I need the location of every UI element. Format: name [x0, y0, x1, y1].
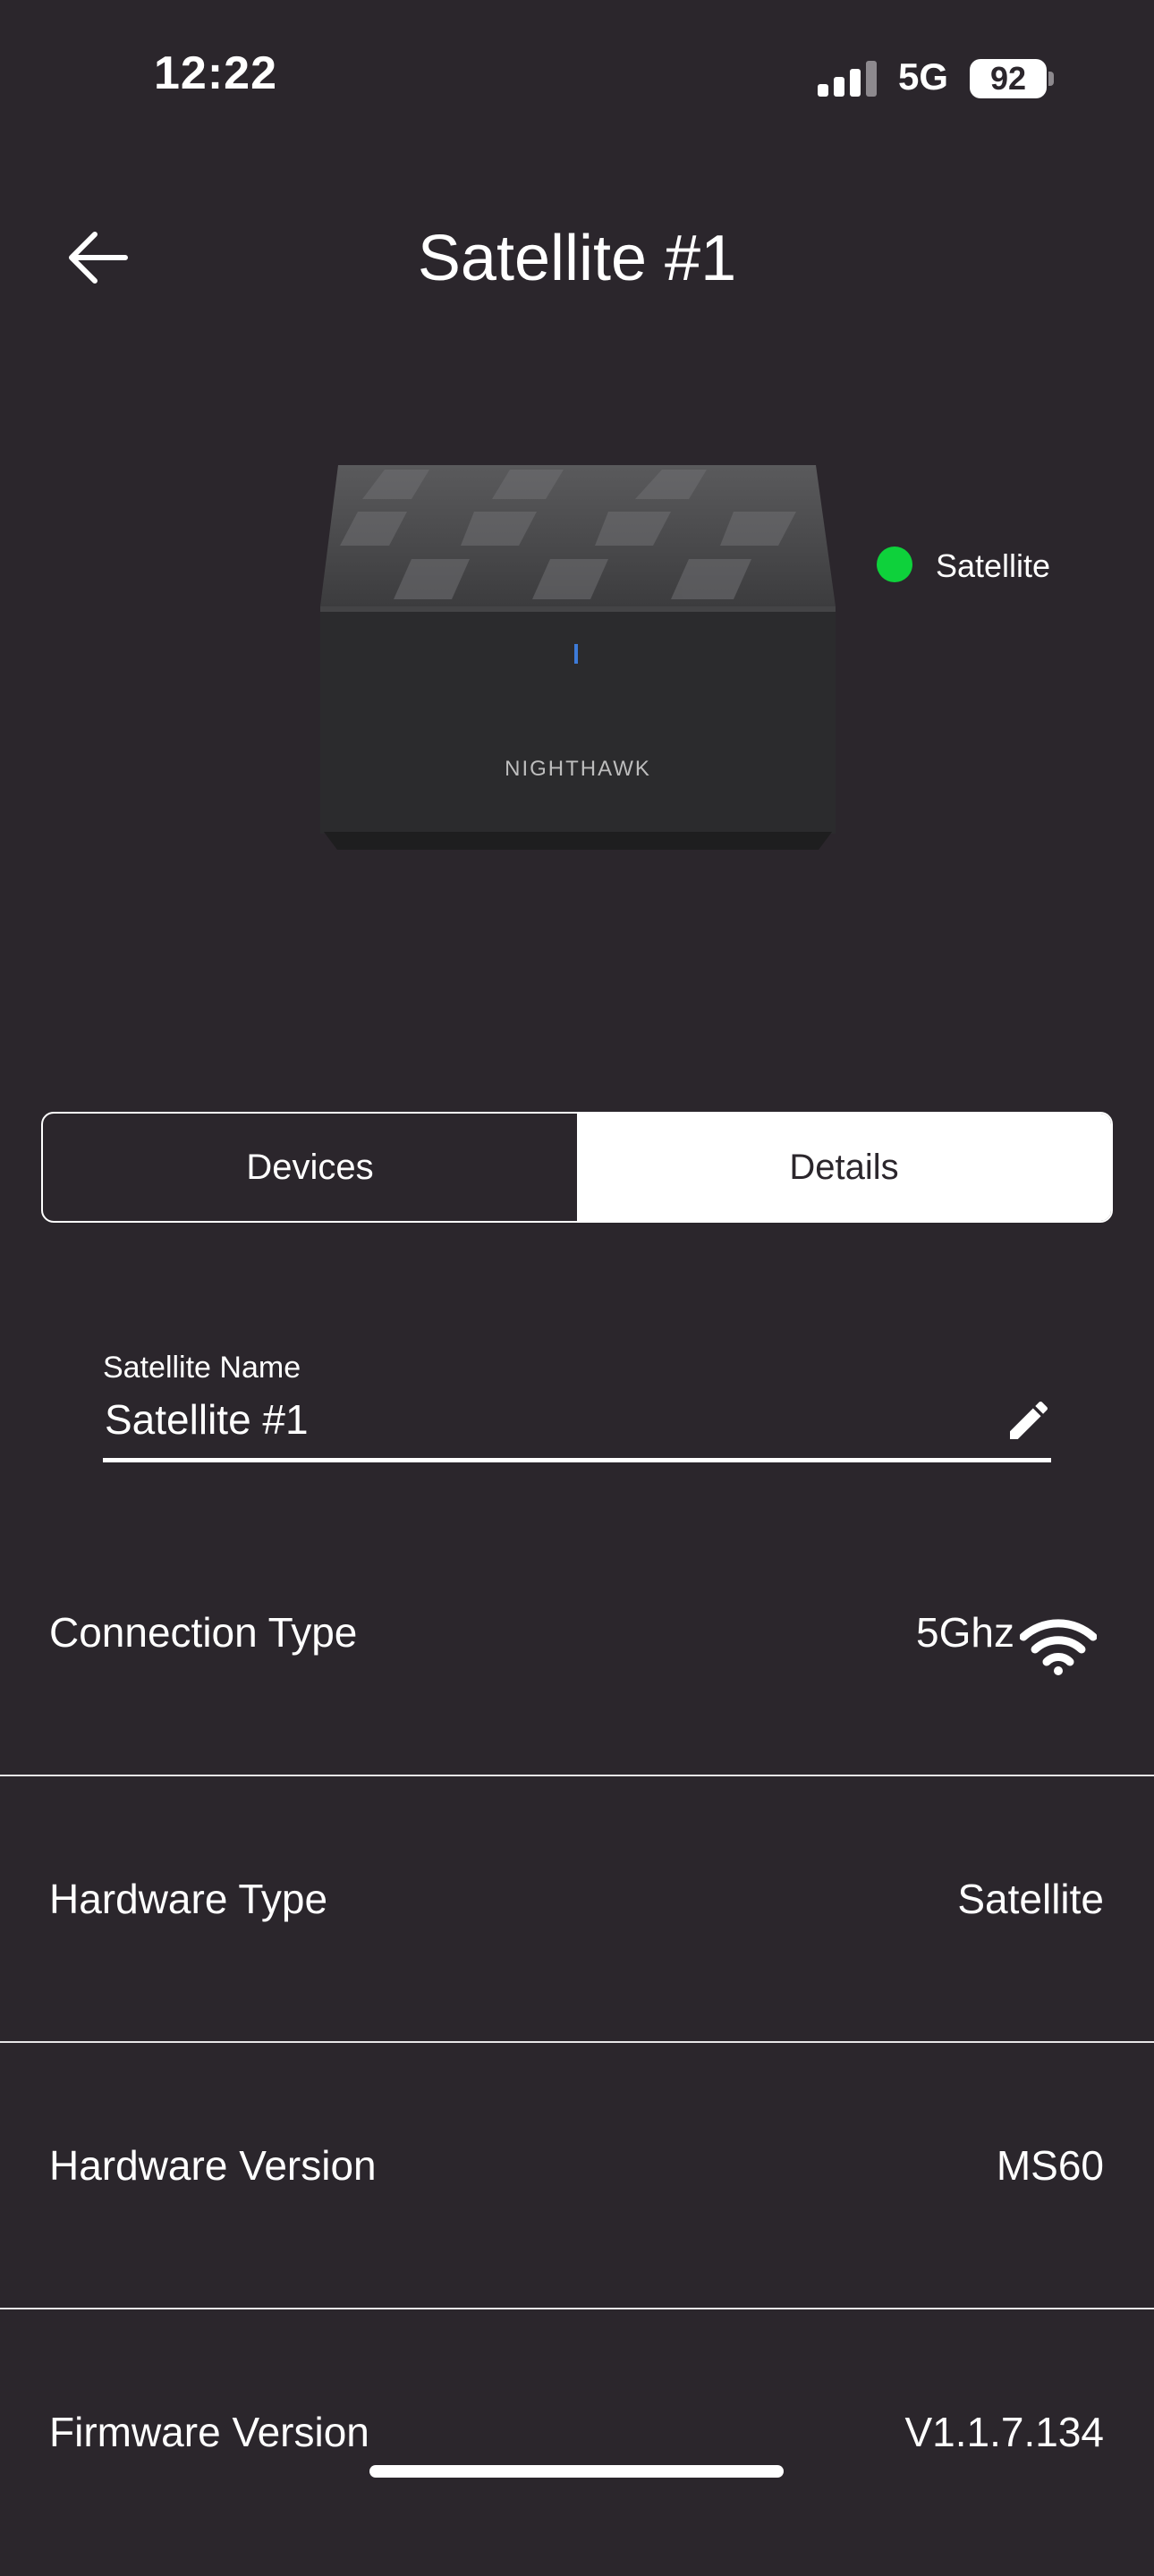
tab-bar: Devices Details — [41, 1112, 1113, 1223]
wifi-icon — [1020, 1619, 1097, 1675]
satellite-name-label: Satellite Name — [103, 1351, 301, 1385]
tab-devices[interactable]: Devices — [43, 1114, 577, 1221]
satellite-name-input[interactable]: Satellite #1 — [105, 1395, 309, 1444]
detail-row-hardware-version: Hardware Version MS60 — [0, 2043, 1154, 2309]
detail-row-connection-type: Connection Type 5Ghz — [0, 1510, 1154, 1776]
edit-name-button[interactable] — [1004, 1395, 1054, 1445]
detail-value: V1.1.7.134 — [904, 2409, 1104, 2455]
page-title: Satellite #1 — [417, 223, 737, 294]
network-type: 5G — [898, 55, 949, 97]
detail-value: MS60 — [996, 2142, 1104, 2189]
detail-label: Firmware Version — [49, 2409, 369, 2455]
device-status-label: Satellite — [936, 547, 1051, 584]
detail-row-firmware-version: Firmware Version V1.1.7.134 — [0, 2309, 1154, 2576]
status-bar: 12:22 5G 92 — [0, 0, 1154, 152]
pencil-icon — [1010, 1401, 1048, 1439]
detail-value: 5Ghz — [916, 1609, 1014, 1656]
detail-label: Connection Type — [49, 1609, 358, 1656]
satellite-device-image: NIGHTHAWK — [320, 465, 836, 850]
cellular-signal-icon — [818, 61, 877, 97]
detail-value: Satellite — [957, 1876, 1104, 1922]
device-brand-label: NIGHTHAWK — [505, 757, 651, 781]
detail-label: Hardware Type — [49, 1876, 328, 1922]
tab-details[interactable]: Details — [577, 1114, 1111, 1221]
battery-tip — [1048, 72, 1054, 86]
detail-row-hardware-type: Hardware Type Satellite — [0, 1776, 1154, 2043]
status-time: 12:22 — [154, 47, 277, 99]
battery-level: 92 — [989, 60, 1027, 97]
battery-icon: 92 — [970, 59, 1047, 98]
status-dot — [877, 547, 912, 582]
detail-label: Hardware Version — [49, 2142, 377, 2189]
input-underline — [103, 1458, 1051, 1462]
home-indicator[interactable] — [369, 2465, 784, 2478]
